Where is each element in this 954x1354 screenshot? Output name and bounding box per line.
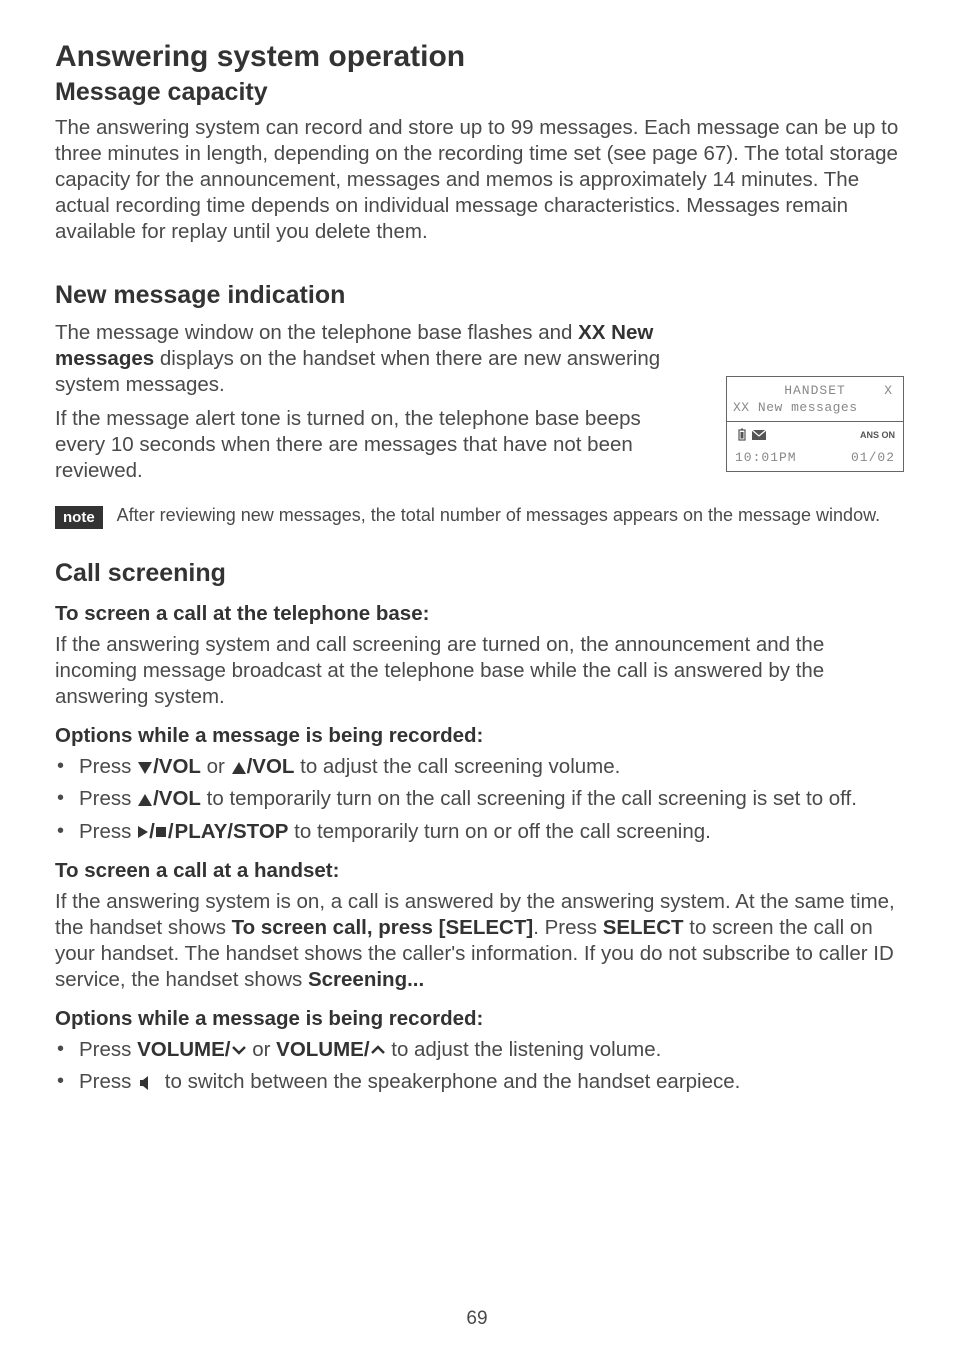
battery-icon bbox=[735, 428, 749, 442]
handset-screen-mockup: HANDSET X XX New messages ANS ON 10:01PM… bbox=[726, 376, 904, 472]
text-fragment: Press bbox=[79, 1070, 137, 1093]
page-number: 69 bbox=[466, 1308, 487, 1330]
section-message-capacity-body: The answering system can record and stor… bbox=[55, 115, 899, 245]
bold-to-screen-call: To screen call, press [SELECT] bbox=[232, 916, 534, 939]
text-fragment: or bbox=[201, 755, 231, 778]
sub-options-handset-title: Options while a message is being recorde… bbox=[55, 1007, 899, 1031]
text-fragment: to temporarily turn on or off the call s… bbox=[288, 820, 710, 843]
text-fragment: . Press bbox=[533, 916, 603, 939]
screen-icons-row: ANS ON bbox=[735, 428, 895, 442]
slash-separator: / bbox=[168, 820, 174, 843]
screen-icons-left bbox=[735, 428, 767, 442]
sub-screen-call-base-title: To screen a call at the telephone base: bbox=[55, 602, 899, 626]
bold-screening: Screening... bbox=[308, 968, 424, 991]
play-stop-icon: / bbox=[138, 819, 166, 845]
triangle-up-icon bbox=[138, 794, 152, 806]
list-item: Press /VOL to temporarily turn on the ca… bbox=[55, 786, 899, 812]
section-new-message-body1: The message window on the telephone base… bbox=[55, 320, 670, 398]
bold-select: SELECT bbox=[603, 916, 684, 939]
envelope-icon bbox=[751, 429, 767, 441]
list-item: Press //PLAY/STOP to temporarily turn on… bbox=[55, 819, 899, 846]
options-handset-list: Press VOLUME/ or VOLUME/ to adjust the l… bbox=[55, 1037, 899, 1095]
text-fragment: The message window on the telephone base… bbox=[55, 321, 578, 344]
section-new-message-title: New message indication bbox=[55, 281, 899, 310]
sub-screen-call-base-body: If the answering system and call screeni… bbox=[55, 632, 899, 710]
options-base-list: Press /VOL or /VOL to adjust the call sc… bbox=[55, 754, 899, 845]
text-fragment: Press bbox=[79, 820, 137, 843]
text-fragment: to adjust the call screening volume. bbox=[294, 755, 620, 778]
sub-options-base-title: Options while a message is being recorde… bbox=[55, 724, 899, 748]
sub-screen-call-handset-body: If the answering system is on, a call is… bbox=[55, 889, 899, 993]
playstop-label: PLAY/STOP bbox=[175, 820, 289, 843]
text-fragment: to temporarily turn on the call screenin… bbox=[201, 787, 857, 810]
volume-label: VOLUME/ bbox=[137, 1038, 230, 1061]
text-fragment: to adjust the listening volume. bbox=[386, 1038, 662, 1061]
speaker-icon bbox=[139, 1075, 157, 1091]
list-item: Press VOLUME/ or VOLUME/ to adjust the l… bbox=[55, 1037, 899, 1063]
list-item: Press to switch between the speakerphone… bbox=[55, 1069, 899, 1095]
screen-handset-x: X bbox=[884, 383, 893, 398]
screen-bottom-section: ANS ON 10:01PM 01/02 bbox=[727, 422, 903, 471]
screen-handset-label: HANDSET bbox=[784, 383, 846, 398]
text-fragment: or bbox=[247, 1038, 277, 1061]
chapter-title: Answering system operation bbox=[55, 40, 899, 74]
section-call-screening-title: Call screening bbox=[55, 559, 899, 588]
triangle-up-icon bbox=[232, 762, 246, 774]
text-fragment: Press bbox=[79, 787, 137, 810]
list-item: Press /VOL or /VOL to adjust the call sc… bbox=[55, 754, 899, 780]
screen-time-row: 10:01PM 01/02 bbox=[735, 450, 895, 465]
screen-time: 10:01PM bbox=[735, 450, 797, 465]
sub-screen-call-handset-title: To screen a call at a handset: bbox=[55, 859, 899, 883]
text-fragment: Press bbox=[79, 1038, 137, 1061]
screen-date: 01/02 bbox=[851, 450, 895, 465]
screen-top-section: HANDSET X XX New messages bbox=[727, 377, 903, 422]
chevron-down-icon bbox=[231, 1044, 247, 1056]
chevron-up-icon bbox=[370, 1044, 386, 1056]
text-fragment: Press bbox=[79, 755, 137, 778]
section-message-capacity-title: Message capacity bbox=[55, 78, 899, 107]
triangle-down-icon bbox=[138, 762, 152, 774]
vol-label: /VOL bbox=[247, 755, 295, 778]
note-text: After reviewing new messages, the total … bbox=[117, 504, 880, 527]
section-new-message-body2: If the message alert tone is turned on, … bbox=[55, 406, 670, 484]
volume-label: VOLUME/ bbox=[276, 1038, 369, 1061]
ans-on-label: ANS ON bbox=[860, 430, 895, 440]
note-block: note After reviewing new messages, the t… bbox=[55, 504, 899, 529]
vol-label: /VOL bbox=[153, 787, 201, 810]
note-label: note bbox=[55, 506, 103, 529]
screen-handset-row: HANDSET X bbox=[733, 383, 897, 400]
screen-newmsg-row: XX New messages bbox=[733, 400, 897, 415]
vol-label: /VOL bbox=[153, 755, 201, 778]
text-fragment: to switch between the speakerphone and t… bbox=[159, 1070, 740, 1093]
